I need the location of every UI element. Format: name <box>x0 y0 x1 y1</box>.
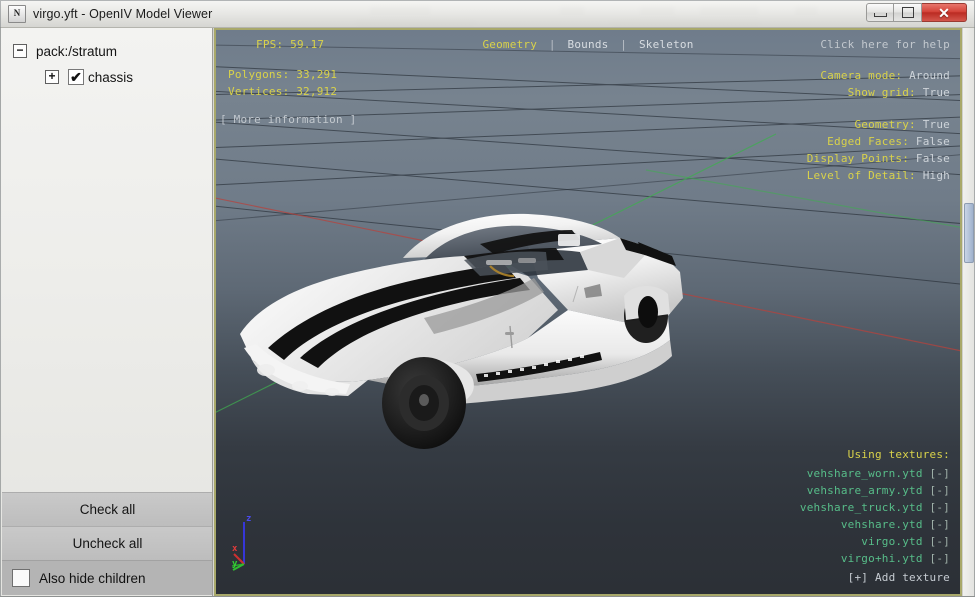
geometry-label: Geometry: <box>854 118 916 131</box>
fps-label: FPS: <box>256 38 284 51</box>
vertices-label: Vertices: <box>228 85 290 98</box>
tab-bounds[interactable]: Bounds <box>568 38 609 51</box>
close-icon: ✕ <box>938 4 950 21</box>
polygons-label: Polygons: <box>228 68 290 81</box>
texture-toggle[interactable]: [-] <box>930 518 950 531</box>
minimize-icon <box>873 13 887 17</box>
texture-name: vehshare_army.ytd <box>806 484 923 497</box>
texture-name: vehshare.ytd <box>840 518 923 531</box>
more-information-link[interactable]: [ More information ] <box>220 111 356 128</box>
collapse-icon[interactable]: − <box>13 44 27 58</box>
model-tree: − pack:/stratum + ✔ chassis <box>1 28 212 90</box>
textures-overlay: Using textures: vehshare_worn.ytd [-] ve… <box>800 446 950 586</box>
setting-display-points[interactable]: Display Points: False <box>807 150 950 167</box>
scrollbar-thumb[interactable] <box>964 203 974 263</box>
close-button[interactable]: ✕ <box>922 3 967 22</box>
minimize-button[interactable] <box>866 3 894 22</box>
title-bar: N virgo.yft - OpenIV Model Viewer ✕ <box>0 0 975 28</box>
help-link[interactable]: Click here for help <box>807 36 950 53</box>
setting-camera-mode[interactable]: Camera mode: Around <box>807 67 950 84</box>
expand-icon[interactable]: + <box>45 70 59 84</box>
tab-separator: | <box>620 38 628 51</box>
viewport-mode-tabs: Geometry | Bounds | Skeleton <box>482 36 693 53</box>
edged-faces-value: False <box>915 135 950 148</box>
texture-item[interactable]: vehshare_army.ytd [-] <box>800 482 950 499</box>
model-tree-panel: − pack:/stratum + ✔ chassis Check all Un… <box>1 28 213 596</box>
check-all-button[interactable]: Check all <box>2 492 212 526</box>
vertices-value: 32,912 <box>296 85 338 98</box>
3d-viewport[interactable]: FPS: 59.17 Polygons: 33,291 Vertices: 32… <box>214 28 962 596</box>
show-grid-label: Show grid: <box>847 86 916 99</box>
openiv-model-viewer-window: N virgo.yft - OpenIV Model Viewer ✕ − pa… <box>0 0 975 597</box>
camera-mode-value: Around <box>909 69 950 82</box>
level-of-detail-label: Level of Detail: <box>806 169 916 182</box>
vertex-count: Vertices: 32,912 <box>228 83 356 100</box>
texture-item[interactable]: virgo+hi.ytd [-] <box>800 550 950 567</box>
camera-mode-label: Camera mode: <box>820 69 903 82</box>
tree-actions: Check all Uncheck all Also hide children <box>2 492 212 595</box>
tab-separator: | <box>548 38 556 51</box>
window-title: virgo.yft - OpenIV Model Viewer <box>33 6 213 21</box>
polygons-value: 33,291 <box>296 68 338 81</box>
texture-item[interactable]: vehshare.ytd [-] <box>800 516 950 533</box>
expander-glyph: + <box>48 69 56 83</box>
texture-toggle[interactable]: [-] <box>930 535 950 548</box>
viewport-stats-overlay: FPS: 59.17 Polygons: 33,291 Vertices: 32… <box>220 36 356 128</box>
chassis-checkbox[interactable]: ✔ <box>68 69 84 85</box>
setting-show-grid[interactable]: Show grid: True <box>807 84 950 101</box>
checkmark-icon: ✔ <box>70 68 82 85</box>
texture-toggle[interactable]: [-] <box>930 501 950 514</box>
also-hide-children-label: Also hide children <box>39 570 146 586</box>
settings-spacer <box>807 101 950 116</box>
texture-name: vehshare_truck.ytd <box>799 501 923 514</box>
viewport-settings-overlay: Click here for help Camera mode: Around … <box>807 36 950 184</box>
setting-level-of-detail[interactable]: Level of Detail: High <box>807 167 950 184</box>
uncheck-all-button[interactable]: Uncheck all <box>2 526 212 560</box>
gizmo-x-label: x <box>232 544 238 554</box>
edged-faces-label: Edged Faces: <box>827 135 910 148</box>
texture-toggle[interactable]: [-] <box>930 467 950 480</box>
tab-geometry[interactable]: Geometry <box>482 38 537 51</box>
fps-readout: FPS: 59.17 <box>256 36 356 53</box>
geometry-value: True <box>922 118 950 131</box>
display-points-label: Display Points: <box>806 152 910 165</box>
vertical-scrollbar[interactable] <box>962 28 974 596</box>
level-of-detail-value: High <box>922 169 950 182</box>
app-icon: N <box>8 4 26 23</box>
also-hide-children-checkbox[interactable] <box>12 569 30 587</box>
vehicle-model <box>240 213 683 449</box>
axis-gizmo: z x y <box>231 514 284 572</box>
expander-glyph: − <box>16 43 24 57</box>
maximize-icon <box>901 7 914 18</box>
textures-title: Using textures: <box>847 448 950 461</box>
gizmo-z-label: z <box>246 514 252 524</box>
polygon-count: Polygons: 33,291 <box>228 66 356 83</box>
texture-toggle[interactable]: [-] <box>930 484 950 497</box>
show-grid-value: True <box>922 86 950 99</box>
texture-name: vehshare_worn.ytd <box>806 467 923 480</box>
setting-edged-faces[interactable]: Edged Faces: False <box>807 133 950 150</box>
add-texture-button[interactable]: [+] Add texture <box>800 569 950 586</box>
texture-toggle[interactable]: [-] <box>930 552 950 565</box>
setting-geometry[interactable]: Geometry: True <box>807 116 950 133</box>
window-controls: ✕ <box>866 3 967 22</box>
tree-item-pack-stratum[interactable]: − pack:/stratum <box>1 38 212 64</box>
display-points-value: False <box>915 152 950 165</box>
gizmo-y-label: y <box>232 559 238 569</box>
tree-item-label: chassis <box>88 69 134 85</box>
texture-item[interactable]: vehshare_truck.ytd [-] <box>800 499 950 516</box>
maximize-button[interactable] <box>894 3 922 22</box>
texture-item[interactable]: virgo.ytd [-] <box>800 533 950 550</box>
also-hide-children-row[interactable]: Also hide children <box>2 560 212 595</box>
fps-value: 59.17 <box>290 38 325 51</box>
texture-name: virgo+hi.ytd <box>840 552 923 565</box>
texture-name: virgo.ytd <box>861 535 923 548</box>
tree-item-label: pack:/stratum <box>36 43 118 59</box>
texture-item[interactable]: vehshare_worn.ytd [-] <box>800 465 950 482</box>
tree-item-chassis[interactable]: + ✔ chassis <box>1 64 212 90</box>
tab-skeleton[interactable]: Skeleton <box>639 38 694 51</box>
